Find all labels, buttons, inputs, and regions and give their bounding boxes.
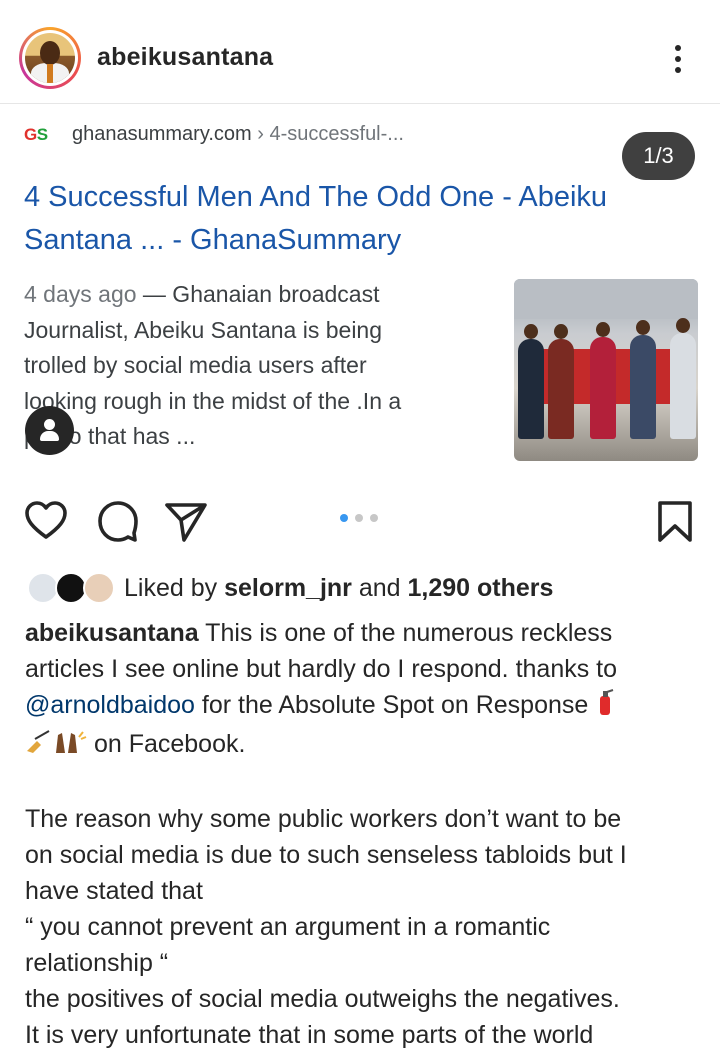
liker-avatar — [83, 572, 115, 604]
post-header: abeikusantana — [0, 0, 720, 104]
article-title: 4 Successful Men And The Odd One - Abeik… — [24, 181, 608, 256]
carousel-counter: 1/3 — [622, 132, 695, 180]
post-media[interactable]: GS ghanasummary.com › 4-successful-... 4… — [0, 104, 720, 484]
article-thumbnail — [514, 279, 698, 461]
caption-mention[interactable]: @arnoldbaidoo — [25, 691, 195, 719]
caption-username[interactable]: abeikusantana — [25, 619, 199, 647]
source-logo: GS — [24, 125, 48, 144]
post-username[interactable]: abeikusantana — [97, 43, 273, 72]
likes-text: Liked by selorm_jnr and 1,290 others — [124, 574, 554, 602]
writing-hand-emoji — [25, 729, 53, 765]
likes-count[interactable]: 1,290 others — [408, 574, 554, 602]
raised-hands-emoji — [53, 729, 87, 765]
source-url: ghanasummary.com › 4-successful-... — [72, 123, 404, 145]
heart-icon[interactable] — [24, 500, 68, 544]
action-bar — [0, 484, 720, 558]
article-snippet: 4 days ago — Ghanaian broadcast Journali… — [24, 281, 402, 449]
post-caption: abeikusantana This is one of the numerou… — [25, 619, 627, 1049]
likes-row[interactable]: Liked by selorm_jnr and 1,290 others — [27, 568, 707, 608]
liker-username[interactable]: selorm_jnr — [224, 574, 352, 602]
carousel-indicator — [340, 513, 380, 523]
avatar[interactable] — [19, 27, 81, 89]
comment-icon[interactable] — [97, 500, 141, 544]
more-vertical-icon[interactable] — [668, 42, 688, 76]
user-tag-icon[interactable] — [25, 406, 74, 455]
fire-extinguisher-emoji — [595, 688, 615, 726]
send-icon[interactable] — [164, 500, 208, 544]
bookmark-icon[interactable] — [654, 500, 698, 544]
profile-avatar-image — [25, 33, 75, 83]
